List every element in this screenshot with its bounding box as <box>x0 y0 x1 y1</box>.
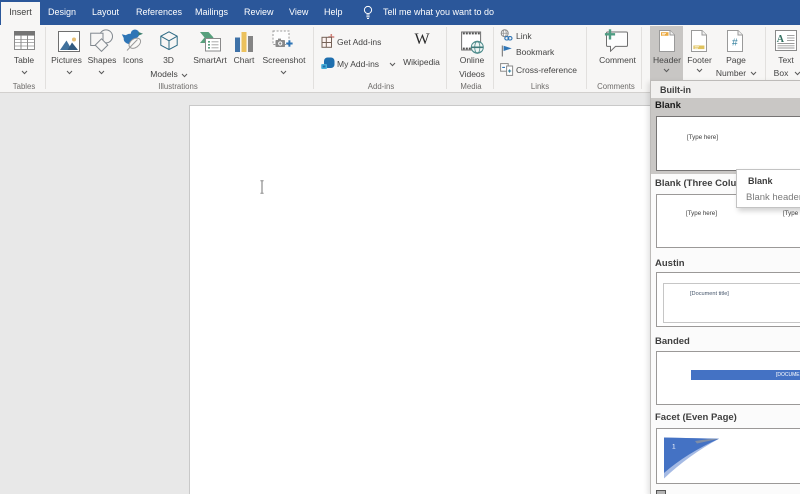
svg-text:1: 1 <box>672 444 676 451</box>
svg-text:#: # <box>732 38 738 49</box>
